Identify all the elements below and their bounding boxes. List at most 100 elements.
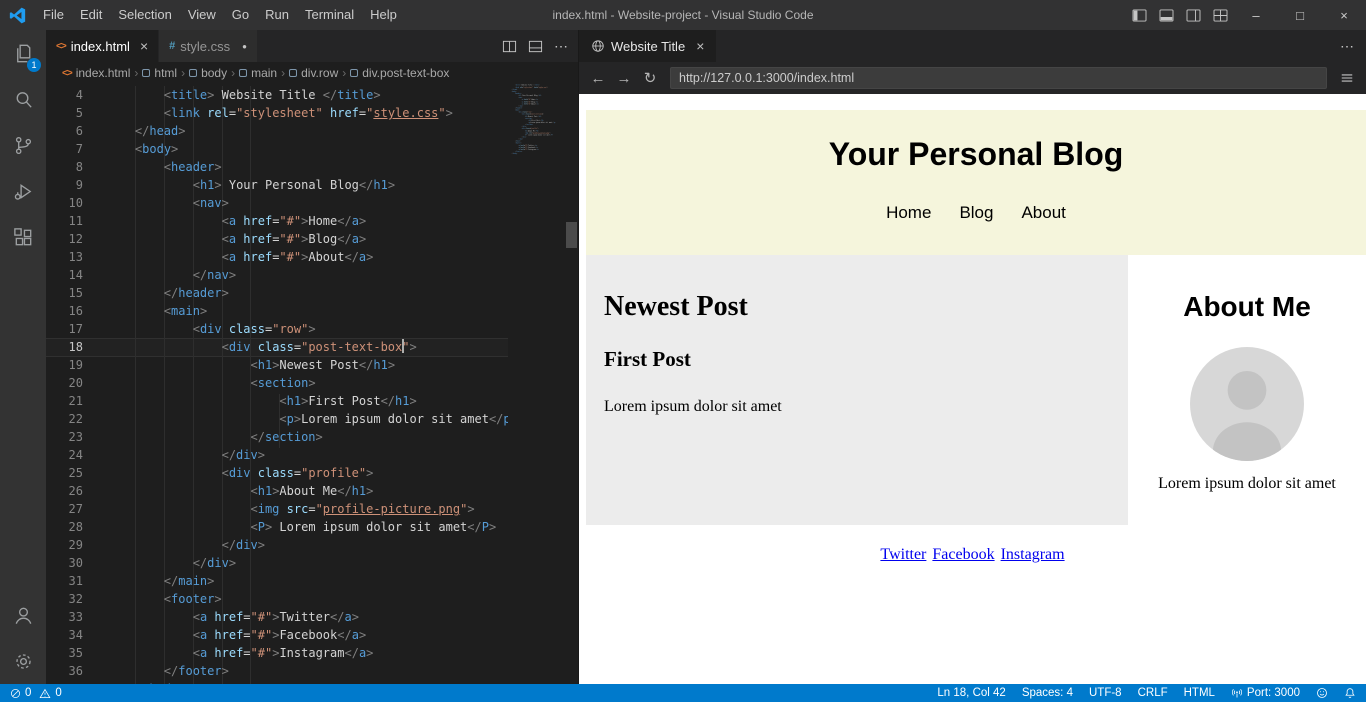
editor-actions: ⋯ (502, 30, 578, 62)
code-editor[interactable]: 4567891011121314151617181920212223242526… (46, 84, 578, 684)
toggle-secondary-sidebar-icon[interactable] (1180, 0, 1207, 30)
line-number: 31 (46, 572, 90, 590)
menu-file[interactable]: File (35, 0, 72, 30)
toggle-panel-icon[interactable] (1153, 0, 1180, 30)
page-footer-link-instagram[interactable]: Instagram (1001, 546, 1065, 563)
reload-icon[interactable]: ↻ (638, 65, 662, 91)
notifications-bell-icon[interactable] (1344, 687, 1356, 699)
breadcrumb-label: div.post-text-box (362, 66, 449, 80)
extensions-icon[interactable] (0, 214, 46, 260)
maximize-button[interactable]: □ (1278, 0, 1322, 30)
url-input[interactable] (670, 67, 1327, 89)
cursor-position[interactable]: Ln 18, Col 42 (937, 687, 1005, 699)
menu-go[interactable]: Go (224, 0, 257, 30)
page-nav-link-blog[interactable]: Blog (959, 203, 993, 222)
breadcrumb-label: index.html (76, 66, 131, 80)
line-number: 11 (46, 212, 90, 230)
breadcrumb-separator: › (134, 66, 138, 80)
warning-count: 0 (55, 687, 61, 699)
back-icon[interactable]: ← (586, 65, 610, 91)
symbol-icon (189, 69, 197, 77)
tab-website-title[interactable]: Website Title × (579, 30, 716, 62)
page-footer-link-facebook[interactable]: Facebook (932, 546, 994, 563)
minimize-button[interactable]: – (1234, 0, 1278, 30)
line-number: 16 (46, 302, 90, 320)
port-forward[interactable]: Port: 3000 (1231, 687, 1300, 699)
browser-menu-icon[interactable] (1335, 65, 1359, 91)
feedback-icon[interactable] (1316, 687, 1328, 699)
source-control-icon[interactable] (0, 122, 46, 168)
breadcrumb-html[interactable]: html (142, 66, 177, 80)
menu-selection[interactable]: Selection (110, 0, 179, 30)
toggle-sidebar-icon[interactable] (1126, 0, 1153, 30)
tab-index-html[interactable]: <> index.html × (46, 30, 159, 62)
language-mode[interactable]: HTML (1184, 687, 1215, 699)
error-count: 0 (25, 687, 31, 699)
split-editor-icon[interactable] (502, 39, 517, 54)
explorer-icon[interactable]: 1 (0, 30, 46, 76)
symbol-icon (142, 69, 150, 77)
menu-run[interactable]: Run (257, 0, 297, 30)
settings-gear-icon[interactable] (0, 638, 46, 684)
page-nav-link-home[interactable]: Home (886, 203, 931, 222)
line-number: 19 (46, 356, 90, 374)
breadcrumb-separator: › (342, 66, 346, 80)
encoding[interactable]: UTF-8 (1089, 687, 1122, 699)
breadcrumb-div-post-text-box[interactable]: div.post-text-box (350, 66, 449, 80)
about-heading: About Me (1128, 291, 1366, 323)
line-number: 20 (46, 374, 90, 392)
problems-indicator[interactable]: 0 0 (10, 687, 62, 699)
menu-bar: FileEditSelectionViewGoRunTerminalHelp (35, 0, 405, 30)
page-header: Your Personal Blog HomeBlogAbout (586, 110, 1366, 255)
customize-layout-icon[interactable] (1207, 0, 1234, 30)
menu-help[interactable]: Help (362, 0, 405, 30)
line-number: 29 (46, 536, 90, 554)
css-file-icon: # (169, 40, 175, 52)
search-icon[interactable] (0, 76, 46, 122)
indentation-setting[interactable]: Spaces: 4 (1022, 687, 1073, 699)
page-nav-link-about[interactable]: About (1021, 203, 1065, 222)
profile-avatar (1190, 347, 1304, 461)
menu-view[interactable]: View (180, 0, 224, 30)
breadcrumb-separator: › (231, 66, 235, 80)
minimap[interactable]: <title> Website Title </title> <link rel… (508, 84, 565, 684)
breadcrumb-index-html[interactable]: <>index.html (62, 66, 130, 80)
tab-style-css[interactable]: # style.css ● (159, 30, 258, 62)
account-icon[interactable] (0, 592, 46, 638)
page-footer-link-twitter[interactable]: Twitter (880, 546, 926, 563)
simple-browser-pane: Website Title × ⋯ ← → ↻ Your Personal Bl… (578, 30, 1366, 684)
html-file-icon: <> (56, 41, 66, 52)
title-bar: FileEditSelectionViewGoRunTerminalHelp i… (0, 0, 1366, 30)
line-number: 14 (46, 266, 90, 284)
toggle-layout-icon[interactable] (528, 39, 543, 54)
scrollbar-thumb[interactable] (566, 222, 577, 248)
line-number: 33 (46, 608, 90, 626)
breadcrumb-main[interactable]: main (239, 66, 277, 80)
close-tab-icon[interactable]: × (696, 38, 704, 54)
page-nav: Home Blog About (586, 203, 1366, 223)
line-number: 30 (46, 554, 90, 572)
code-content: <title> Website Title </title> <link rel… (508, 84, 514, 154)
line-number: 6 (46, 122, 90, 140)
editor-scrollbar[interactable] (565, 84, 578, 684)
breadcrumb-body[interactable]: body (189, 66, 227, 80)
more-actions-icon[interactable]: ⋯ (554, 38, 568, 55)
close-tab-icon[interactable]: × (140, 38, 148, 54)
breadcrumb-separator: › (181, 66, 185, 80)
modified-dot-icon[interactable]: ● (242, 42, 247, 51)
more-actions-icon[interactable]: ⋯ (1340, 38, 1354, 55)
menu-edit[interactable]: Edit (72, 0, 110, 30)
line-number: 27 (46, 500, 90, 518)
activity-bar: 1 (0, 30, 46, 684)
breadcrumb-label: div.row (301, 66, 338, 80)
breadcrumb-div-row[interactable]: div.row (289, 66, 338, 80)
eol-setting[interactable]: CRLF (1138, 687, 1168, 699)
menu-terminal[interactable]: Terminal (297, 0, 362, 30)
line-number: 32 (46, 590, 90, 608)
run-debug-icon[interactable] (0, 168, 46, 214)
line-number: 18 (46, 338, 90, 356)
close-button[interactable]: × (1322, 0, 1366, 30)
symbol-icon (289, 69, 297, 77)
line-number-gutter: 4567891011121314151617181920212223242526… (46, 86, 90, 684)
forward-icon[interactable]: → (612, 65, 636, 91)
